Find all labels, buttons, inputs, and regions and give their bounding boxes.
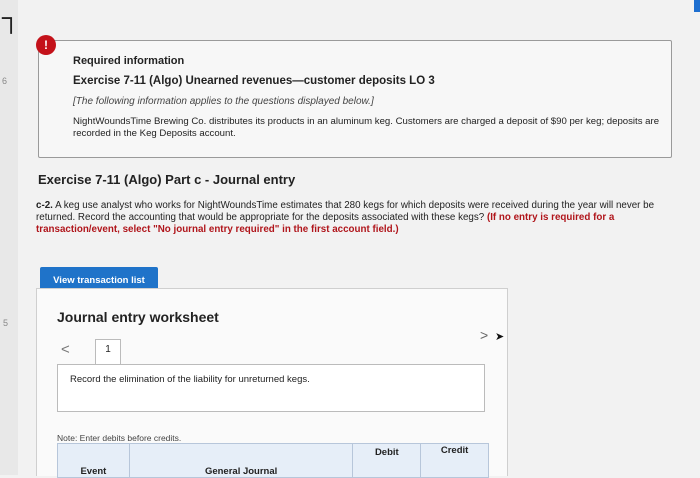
journal-table: Event General Journal Debit Credit (57, 443, 489, 478)
journal-entry-worksheet: Journal entry worksheet < 1 Record the e… (36, 288, 508, 478)
required-information-panel: Required information Exercise 7-11 (Algo… (38, 40, 672, 158)
chevron-right-icon[interactable]: > (480, 327, 488, 343)
worksheet-tab-1[interactable]: 1 (95, 339, 121, 366)
mouse-cursor-icon: ➤ (495, 331, 505, 343)
worksheet-title: Journal entry worksheet (57, 309, 219, 325)
info-note: [The following information applies to th… (73, 96, 374, 107)
corner-accent (694, 0, 700, 12)
info-heading: Required information (73, 55, 185, 67)
question-label: c-2. (36, 200, 53, 211)
alert-icon: ! (36, 35, 56, 55)
debit-column-header: Debit (352, 443, 422, 478)
chevron-left-icon[interactable]: < (61, 341, 70, 358)
credit-column-header: Credit (420, 443, 489, 478)
corner-bracket-icon: ┐ (2, 2, 21, 32)
record-instruction-box: Record the elimination of the liability … (57, 364, 485, 412)
gutter-mark: 5 (3, 318, 9, 328)
general-journal-column-header: General Journal (128, 443, 354, 478)
gutter-mark: 6 (2, 76, 8, 86)
debits-note: Note: Enter debits before credits. (57, 433, 182, 443)
record-instruction-text: Record the elimination of the liability … (70, 374, 310, 385)
exercise-title: Exercise 7-11 (Algo) Unearned revenues—c… (73, 75, 435, 87)
left-gutter: 6 5 (0, 0, 18, 475)
info-body: NightWoundsTime Brewing Co. distributes … (73, 116, 660, 139)
event-column-header: Event (57, 443, 130, 478)
part-title: Exercise 7-11 (Algo) Part c - Journal en… (38, 172, 296, 187)
question-text: c-2. A keg use analyst who works for Nig… (36, 200, 676, 236)
